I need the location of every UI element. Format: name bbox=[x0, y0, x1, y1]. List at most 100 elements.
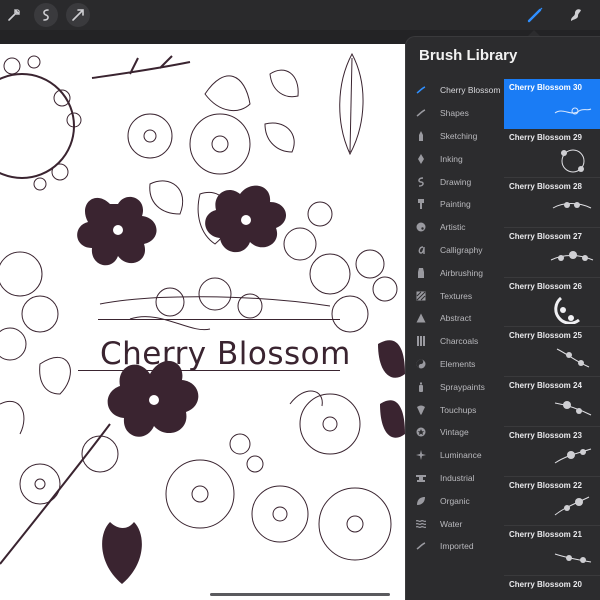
category-label: Spraypaints bbox=[440, 381, 485, 392]
cherry-blossom-artwork bbox=[0, 52, 405, 584]
brush-category-list: Cherry Blossom Shapes Sketching Inking D… bbox=[406, 79, 504, 558]
drawing-canvas[interactable]: Cherry Blossom bbox=[0, 44, 405, 600]
brush-item[interactable]: Cherry Blossom 28 bbox=[504, 178, 600, 229]
brush-library-panel: Brush Library Cherry Blossom Shapes Sket… bbox=[405, 36, 600, 600]
category-luminance[interactable]: Luminance bbox=[406, 444, 504, 467]
brush-name: Cherry Blossom 29 bbox=[509, 132, 582, 142]
brush-item[interactable]: Cherry Blossom 26 bbox=[504, 277, 600, 328]
category-sketching[interactable]: Sketching bbox=[406, 125, 504, 148]
category-drawing[interactable]: Drawing bbox=[406, 170, 504, 193]
brush-name: Cherry Blossom 25 bbox=[509, 331, 582, 341]
category-label: Airbrushing bbox=[440, 267, 483, 278]
anvil-icon bbox=[414, 471, 428, 485]
brush-name: Cherry Blossom 24 bbox=[509, 381, 582, 391]
triangle-icon bbox=[414, 311, 428, 325]
sparkle-icon bbox=[414, 448, 428, 462]
brush-library-title: Brush Library bbox=[419, 47, 518, 64]
brush-name: Cherry Blossom 20 bbox=[509, 579, 582, 589]
category-abstract[interactable]: Abstract bbox=[406, 307, 504, 330]
category-calligraphy[interactable]: Calligraphy bbox=[406, 239, 504, 262]
swirl-icon bbox=[414, 175, 428, 189]
category-shapes[interactable]: Shapes bbox=[406, 102, 504, 125]
brush-name: Cherry Blossom 27 bbox=[509, 232, 582, 242]
brush-item[interactable]: Cherry Blossom 22 bbox=[504, 476, 600, 527]
stroke-icon bbox=[414, 83, 428, 97]
brush-list: Cherry Blossom 30 Cherry Blossom 29 Cher… bbox=[504, 79, 600, 600]
star-badge-icon bbox=[414, 425, 428, 439]
category-label: Shapes bbox=[440, 108, 469, 119]
brush-name: Cherry Blossom 28 bbox=[509, 182, 582, 192]
category-label: Textures bbox=[440, 290, 473, 301]
brush-name: Cherry Blossom 23 bbox=[509, 430, 582, 440]
adjustments-icon[interactable] bbox=[34, 3, 58, 27]
category-vintage[interactable]: Vintage bbox=[406, 421, 504, 444]
brush-stroke-preview bbox=[550, 251, 594, 262]
category-painting[interactable]: Painting bbox=[406, 193, 504, 216]
brush-item[interactable]: Cherry Blossom 21 bbox=[504, 526, 600, 576]
brush-name: Cherry Blossom 26 bbox=[509, 281, 582, 291]
brush-item[interactable]: Cherry Blossom 25 bbox=[504, 327, 600, 378]
brush-item[interactable]: Cherry Blossom 30 bbox=[504, 79, 600, 129]
paint-brush-icon bbox=[414, 197, 428, 211]
category-label: Cherry Blossom bbox=[440, 85, 501, 96]
leaf-icon bbox=[414, 494, 428, 508]
category-textures[interactable]: Textures bbox=[406, 284, 504, 307]
top-toolbar bbox=[0, 0, 600, 30]
procreate-app: Cherry Blossom Brush Library Cherry Blos… bbox=[0, 0, 600, 600]
category-charcoals[interactable]: Charcoals bbox=[406, 330, 504, 353]
charcoal-icon bbox=[414, 334, 428, 348]
brush-item[interactable]: Cherry Blossom 24 bbox=[504, 377, 600, 427]
brush-item[interactable]: Cherry Blossom 29 bbox=[504, 128, 600, 179]
category-label: Charcoals bbox=[440, 336, 479, 347]
touchup-icon bbox=[414, 403, 428, 417]
category-label: Water bbox=[440, 518, 463, 529]
category-label: Abstract bbox=[440, 313, 472, 324]
category-label: Luminance bbox=[440, 450, 482, 461]
spray-can-icon bbox=[414, 380, 428, 394]
category-label: Sketching bbox=[440, 130, 478, 141]
category-label: Organic bbox=[440, 495, 470, 506]
wrench-icon[interactable] bbox=[2, 3, 26, 27]
category-industrial[interactable]: Industrial bbox=[406, 467, 504, 490]
category-label: Vintage bbox=[440, 427, 469, 438]
category-elements[interactable]: Elements bbox=[406, 353, 504, 376]
brush-stroke-preview bbox=[552, 202, 592, 209]
pencil-icon bbox=[414, 129, 428, 143]
brush-name: Cherry Blossom 22 bbox=[509, 480, 582, 490]
brush-item[interactable]: Cherry Blossom 27 bbox=[504, 228, 600, 278]
category-touchups[interactable]: Touchups bbox=[406, 398, 504, 421]
brush-name: Cherry Blossom 30 bbox=[509, 83, 582, 92]
category-label: Industrial bbox=[440, 472, 475, 483]
brush-item[interactable]: Cherry Blossom 20 bbox=[504, 575, 600, 600]
waves-icon bbox=[414, 517, 428, 531]
brush-stroke-preview bbox=[554, 401, 592, 416]
brush-stroke-preview bbox=[556, 348, 590, 368]
title-rule-top bbox=[98, 319, 340, 320]
category-inking[interactable]: Inking bbox=[406, 147, 504, 170]
category-label: Painting bbox=[440, 199, 471, 210]
category-spraypaints[interactable]: Spraypaints bbox=[406, 375, 504, 398]
brush-stroke-preview bbox=[554, 553, 592, 564]
pen-nib-icon bbox=[414, 152, 428, 166]
yin-yang-icon bbox=[414, 357, 428, 371]
category-label: Artistic bbox=[440, 222, 466, 233]
category-organic[interactable]: Organic bbox=[406, 489, 504, 512]
category-cherry-blossom[interactable]: Cherry Blossom bbox=[406, 79, 504, 102]
brush-stroke-preview bbox=[554, 107, 592, 115]
category-water[interactable]: Water bbox=[406, 512, 504, 535]
palette-icon bbox=[414, 220, 428, 234]
category-label: Drawing bbox=[440, 176, 472, 187]
smudge-icon[interactable] bbox=[563, 3, 587, 27]
category-airbrushing[interactable]: Airbrushing bbox=[406, 261, 504, 284]
brush-name: Cherry Blossom 21 bbox=[509, 530, 582, 540]
brush-stroke-preview bbox=[561, 149, 585, 173]
airbrush-icon bbox=[414, 266, 428, 280]
selection-arrow-icon[interactable] bbox=[66, 3, 90, 27]
category-artistic[interactable]: Artistic bbox=[406, 216, 504, 239]
brush-stroke-preview bbox=[554, 448, 592, 464]
brush-icon[interactable] bbox=[523, 3, 547, 27]
category-imported[interactable]: Imported bbox=[406, 535, 504, 558]
home-indicator bbox=[210, 593, 390, 596]
stroke-icon bbox=[414, 106, 428, 120]
brush-item[interactable]: Cherry Blossom 23 bbox=[504, 426, 600, 477]
